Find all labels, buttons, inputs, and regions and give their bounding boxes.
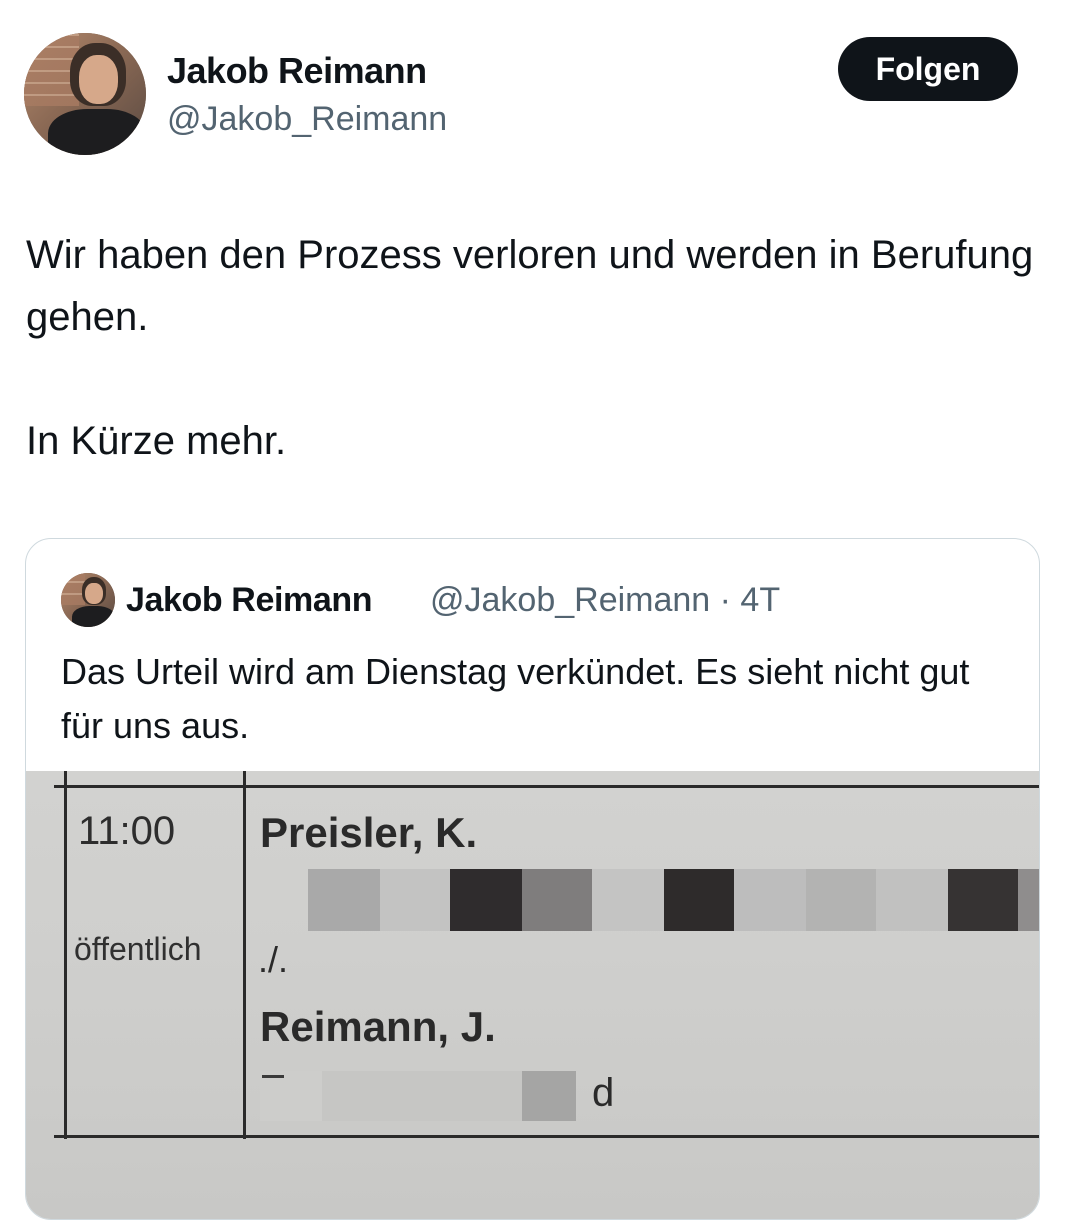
author-name[interactable]: Jakob Reimann bbox=[167, 50, 427, 92]
doc-party-1: Preisler, K. bbox=[260, 809, 478, 856]
author-handle[interactable]: @Jakob_Reimann bbox=[167, 100, 447, 139]
doc-top-line bbox=[54, 785, 1039, 788]
tweet-text: Wir haben den Prozess verloren und werde… bbox=[26, 224, 1036, 472]
doc-column-divider bbox=[243, 771, 246, 1139]
doc-party-2: Reimann, J. bbox=[260, 1003, 496, 1050]
quoted-author-name: Jakob Reimann bbox=[126, 581, 373, 619]
doc-versus: ./. bbox=[258, 939, 289, 980]
follow-button[interactable]: Folgen bbox=[838, 37, 1018, 101]
doc-public-label: öffentlich bbox=[74, 931, 202, 967]
doc-bottom-line bbox=[54, 1135, 1039, 1138]
quoted-tweet-card[interactable]: Jakob Reimann @Jakob_Reimann · 4T Das Ur… bbox=[25, 538, 1040, 1220]
quoted-tweet-text: Das Urteil wird am Dienstag verkündet. E… bbox=[61, 651, 970, 746]
quoted-author-meta: @Jakob_Reimann · 4T bbox=[430, 581, 781, 619]
author-avatar[interactable] bbox=[24, 33, 146, 155]
court-document-photo[interactable]: 11:00 öffentlich Preisler, K. ./. Reiman… bbox=[26, 771, 1039, 1219]
doc-left-border bbox=[64, 771, 67, 1139]
tweet-paragraph-1: Wir haben den Prozess verloren und werde… bbox=[26, 233, 1034, 339]
doc-fragment: d bbox=[592, 1071, 615, 1115]
tweet-paragraph-2: In Kürze mehr. bbox=[26, 419, 287, 463]
quoted-author-avatar[interactable] bbox=[61, 573, 115, 627]
doc-time: 11:00 bbox=[78, 809, 176, 853]
